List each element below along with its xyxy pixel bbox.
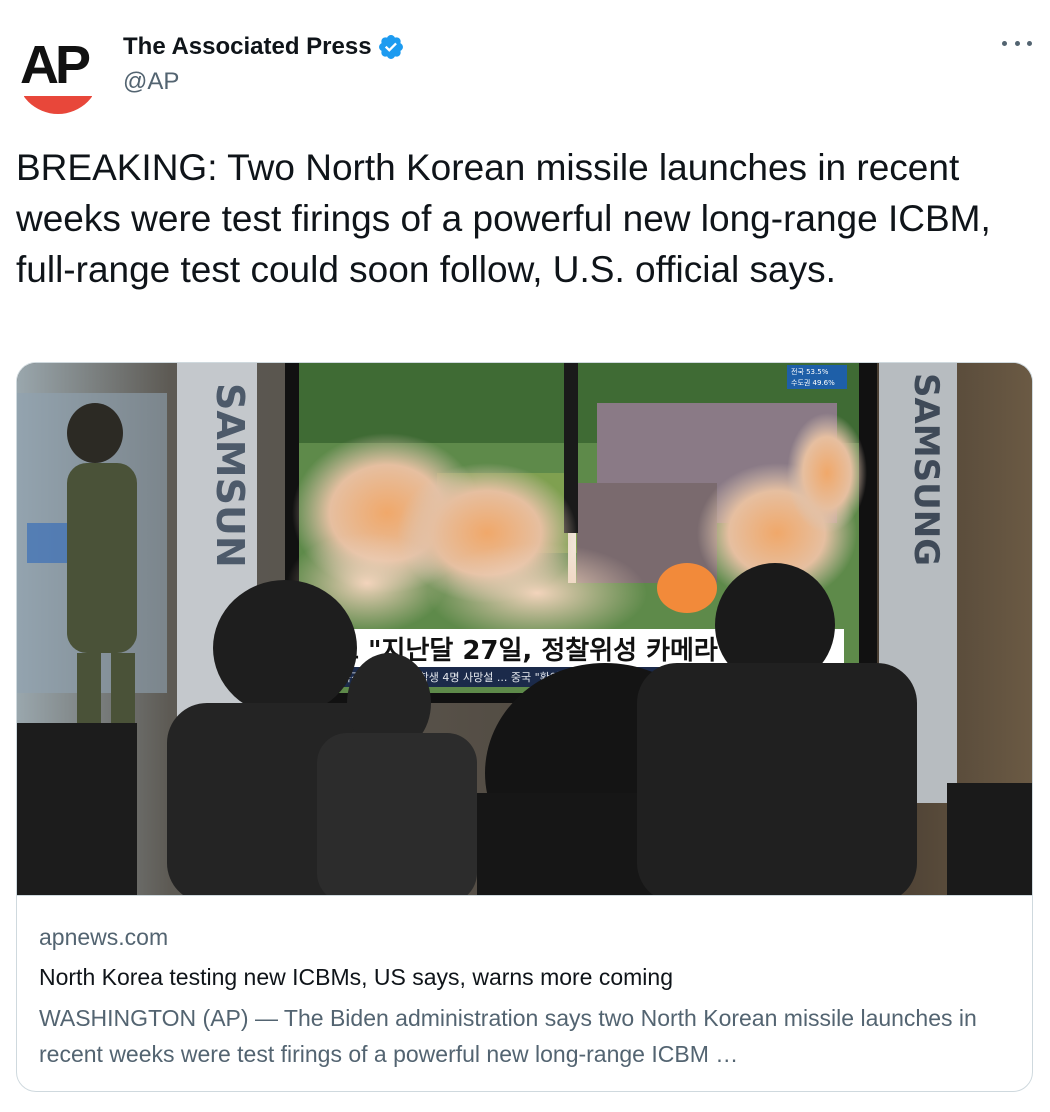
- card-domain[interactable]: apnews.com: [39, 924, 168, 951]
- verified-badge-icon: [378, 35, 403, 59]
- screen-stat-2: 수도권 49.6%: [791, 379, 835, 387]
- tweet-text: BREAKING: Two North Korean missile launc…: [16, 147, 991, 290]
- card-meta[interactable]: apnews.com North Korea testing new ICBMs…: [17, 895, 1032, 1091]
- pillar-brand-right: SAMSUNG: [906, 373, 946, 566]
- card-image[interactable]: SAMSUN SAMSUNG 전국 53.5% 수도권 49.6% 보 "지난달…: [17, 363, 1032, 895]
- avatar-logo-swoosh: [24, 96, 92, 114]
- more-options-icon[interactable]: [1002, 36, 1032, 50]
- link-card[interactable]: SAMSUN SAMSUNG 전국 53.5% 수도권 49.6% 보 "지난달…: [16, 362, 1033, 1092]
- more-dot: [1014, 40, 1020, 46]
- more-dot: [1002, 40, 1007, 46]
- display-name-row: The Associated Press: [123, 32, 405, 62]
- news-photo: SAMSUN SAMSUNG 전국 53.5% 수도권 49.6% 보 "지난달…: [17, 363, 1032, 895]
- card-title[interactable]: North Korea testing new ICBMs, US says, …: [39, 964, 673, 991]
- author-avatar[interactable]: AP: [16, 30, 100, 114]
- avatar-logo-text: AP: [20, 35, 91, 95]
- more-dot: [1027, 40, 1032, 46]
- author-handle[interactable]: @AP: [123, 68, 405, 96]
- author-display-name[interactable]: The Associated Press: [123, 33, 372, 61]
- screen-stat-1: 전국 53.5%: [791, 367, 829, 376]
- card-description: WASHINGTON (AP) — The Biden administrati…: [39, 1005, 977, 1067]
- author-names: The Associated Press @AP: [123, 32, 405, 96]
- pillar-brand-left: SAMSUN: [208, 383, 252, 568]
- tweet-header: AP The Associated Press @AP: [16, 20, 1034, 114]
